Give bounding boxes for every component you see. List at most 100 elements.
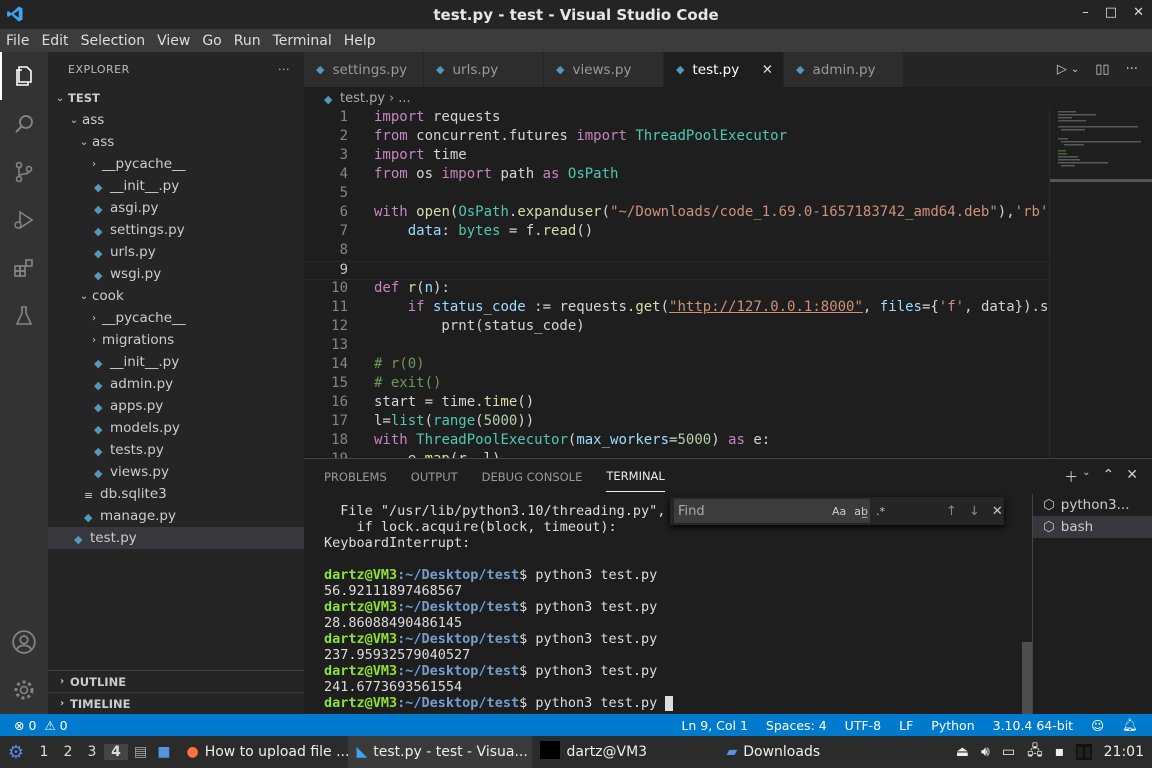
workspace-2[interactable]: 2 [56, 744, 80, 760]
code-editor[interactable]: 1 import requests 2 from concurrent.futures… [304, 109, 1152, 458]
taskbar-window-item[interactable]: ▰ Downloads [718, 736, 838, 768]
terminal-dropdown-icon[interactable]: ⌄ [1082, 467, 1090, 487]
file-item[interactable]: ◆ __init__.py [48, 175, 304, 197]
taskbar-window-item[interactable]: dartz@VM3 [532, 736, 718, 768]
terminal-instance[interactable]: ⬡ bash [1033, 516, 1152, 538]
feedback-icon[interactable]: ☺ [1091, 718, 1104, 733]
close-find-icon[interactable]: ✕ [992, 504, 1003, 519]
breadcrumb-file[interactable]: test.py [340, 91, 385, 106]
folder-item[interactable]: ⌄ cook [48, 285, 304, 307]
tab-test-py[interactable]: ◆ test.py ✕ [664, 52, 784, 87]
terminal-instance[interactable]: ⬡ python3... [1033, 494, 1152, 516]
file-item[interactable]: ◆ asgi.py [48, 197, 304, 219]
menu-selection[interactable]: Selection [75, 33, 152, 49]
file-item[interactable]: ◆ settings.py [48, 219, 304, 241]
run-debug-icon[interactable] [0, 196, 48, 244]
timeline-section[interactable]: › TIMELINE [48, 692, 304, 714]
indentation[interactable]: Spaces: 4 [766, 718, 827, 733]
new-terminal-icon[interactable]: ＋ [1064, 467, 1078, 487]
settings-gear-icon[interactable] [0, 666, 48, 714]
terminal-scrollbar[interactable] [1022, 642, 1032, 714]
run-python-file-icon[interactable]: ▷ [1057, 62, 1067, 77]
maximize-button[interactable]: □ [1105, 5, 1117, 20]
notifications-bell-icon[interactable]: 🔔︎ [1122, 717, 1138, 733]
file-item[interactable]: ◆ models.py [48, 417, 304, 439]
workspace-3[interactable]: 3 [80, 744, 104, 760]
tab-admin-py[interactable]: ◆ admin.py [784, 52, 904, 87]
folder-item[interactable]: ⌄ ass [48, 131, 304, 153]
network-icon[interactable]: 🖧 [1027, 740, 1043, 764]
tab-views-py[interactable]: ◆ views.py [544, 52, 664, 87]
start-menu-icon[interactable]: ⚙ [0, 742, 32, 763]
next-match-icon[interactable]: ↓ [969, 504, 980, 519]
file-item[interactable]: ≡ db.sqlite3 [48, 483, 304, 505]
workspace-4[interactable]: 4 [104, 744, 128, 760]
notification-icon[interactable]: ▪ [1055, 744, 1065, 760]
line-ending[interactable]: LF [899, 718, 913, 733]
tab-debug-console[interactable]: DEBUG CONSOLE [482, 462, 583, 492]
files-app-icon[interactable]: ▤ [134, 744, 147, 760]
language-mode[interactable]: Python [931, 718, 974, 733]
close-tab-icon[interactable]: ✕ [762, 62, 773, 78]
menu-run[interactable]: Run [228, 33, 267, 49]
outline-section[interactable]: › OUTLINE [48, 670, 304, 692]
file-item[interactable]: ◆ admin.py [48, 373, 304, 395]
regex-icon[interactable]: .* [876, 505, 885, 518]
maximize-panel-icon[interactable]: ⌃ [1103, 467, 1115, 487]
search-icon[interactable] [0, 100, 48, 148]
menu-terminal[interactable]: Terminal [267, 33, 338, 49]
menu-go[interactable]: Go [196, 33, 227, 49]
folder-item[interactable]: ⌄ ass [48, 109, 304, 131]
close-window-button[interactable]: ✕ [1133, 5, 1144, 20]
more-actions-icon[interactable]: ··· [1126, 62, 1138, 77]
file-item[interactable]: ◆ apps.py [48, 395, 304, 417]
window-switcher-icon[interactable]: ■ [157, 744, 170, 760]
breadcrumb-symbol[interactable]: ... [398, 91, 410, 106]
folder-item[interactable]: › migrations [48, 329, 304, 351]
menu-file[interactable]: File [0, 33, 35, 49]
python-interpreter[interactable]: 3.10.4 64-bit [993, 718, 1073, 733]
workspace-root[interactable]: ⌄ TEST [48, 87, 304, 109]
testing-flask-icon[interactable] [0, 292, 48, 340]
menu-edit[interactable]: Edit [35, 33, 74, 49]
extensions-icon[interactable] [0, 244, 48, 292]
file-item[interactable]: ◆ wsgi.py [48, 263, 304, 285]
terminal-output[interactable]: File "/usr/lib/python3.10/threading.py",… [324, 503, 1024, 711]
file-item[interactable]: ◆ views.py [48, 461, 304, 483]
eject-icon[interactable]: ⏏ [956, 744, 969, 760]
folder-item[interactable]: › __pycache__ [48, 307, 304, 329]
monitor-icon[interactable]: ▮▮ [1076, 744, 1092, 760]
taskbar-window-item[interactable]: ● How to upload file ... [178, 736, 348, 768]
tab-problems[interactable]: PROBLEMS [324, 462, 387, 492]
tab-urls-py[interactable]: ◆ urls.py [424, 52, 544, 87]
explorer-more-button[interactable]: ··· [278, 63, 290, 76]
close-panel-icon[interactable]: ✕ [1126, 467, 1138, 487]
folder-item[interactable]: › __pycache__ [48, 153, 304, 175]
taskbar-window-item[interactable]: ◣ test.py - test - Visua... [348, 736, 533, 768]
tab-output[interactable]: OUTPUT [411, 462, 458, 492]
clock[interactable]: 21:01 [1104, 744, 1144, 760]
chevron-down-icon[interactable]: ⌄ [1071, 64, 1079, 75]
file-item[interactable]: ◆ tests.py [48, 439, 304, 461]
explorer-icon[interactable] [0, 52, 48, 100]
workspace-1[interactable]: 1 [32, 744, 56, 760]
volume-icon[interactable]: 🔊︎ [981, 744, 990, 760]
menu-view[interactable]: View [151, 33, 196, 49]
file-item[interactable]: ◆ urls.py [48, 241, 304, 263]
tab-settings-py[interactable]: ◆ settings.py [304, 52, 424, 87]
minimize-button[interactable]: – [1082, 5, 1089, 20]
cursor-position[interactable]: Ln 9, Col 1 [681, 718, 748, 733]
previous-match-icon[interactable]: ↑ [946, 504, 957, 519]
problems-status[interactable]: ⊗ 0 ⚠ 0 [0, 718, 68, 733]
accounts-icon[interactable] [0, 618, 48, 666]
source-control-icon[interactable] [0, 148, 48, 196]
split-editor-icon[interactable]: ▯▯ [1095, 62, 1109, 77]
file-item[interactable]: ◆ __init__.py [48, 351, 304, 373]
tab-terminal[interactable]: TERMINAL [606, 461, 665, 492]
minimap[interactable] [1049, 109, 1152, 458]
file-item[interactable]: ◆ test.py [48, 527, 304, 549]
match-case-icon[interactable]: Aa [832, 505, 846, 518]
encoding[interactable]: UTF-8 [845, 718, 881, 733]
match-whole-word-icon[interactable]: ab̲ [854, 505, 868, 518]
file-item[interactable]: ◆ manage.py [48, 505, 304, 527]
